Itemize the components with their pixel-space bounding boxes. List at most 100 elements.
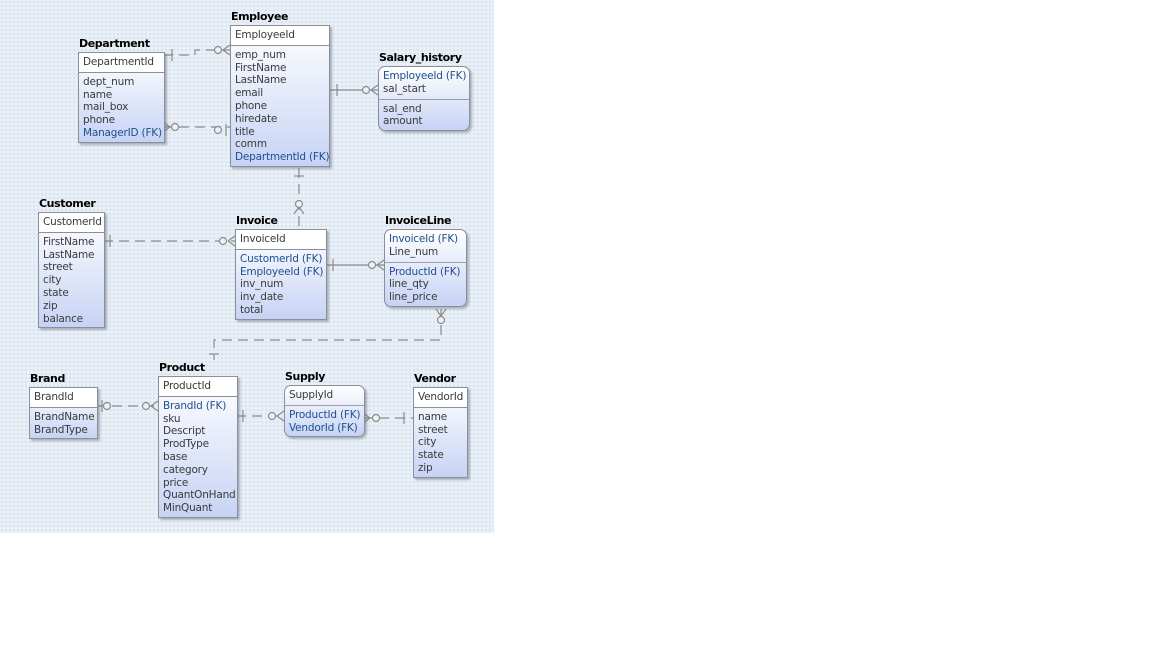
attribute-column[interactable]: zip: [43, 300, 100, 313]
key-column[interactable]: BrandId: [34, 391, 93, 404]
entity-department[interactable]: DepartmentId dept_num name mail_box phone Man…: [78, 52, 165, 143]
attribute-column[interactable]: DepartmentId (FK): [235, 151, 330, 164]
key-column[interactable]: VendorId: [418, 391, 463, 404]
attribute-column[interactable]: name: [83, 89, 160, 102]
many-marker-icon: [276, 410, 285, 422]
entity-title-customer: Customer: [39, 197, 96, 210]
entity-title-brand: Brand: [30, 372, 65, 385]
attribute-column[interactable]: BrandType: [34, 424, 93, 437]
entity-salary_history[interactable]: EmployeeId (FK) sal_start sal_end amount: [378, 66, 470, 132]
attribute-column[interactable]: sal_end: [383, 103, 465, 116]
attribute-section: FirstName LastName street city state zip balan…: [39, 233, 104, 328]
attribute-column[interactable]: street: [43, 261, 100, 274]
attribute-column[interactable]: QuantOnHand: [163, 489, 236, 502]
attribute-column[interactable]: street: [418, 424, 463, 437]
attribute-column[interactable]: total: [240, 304, 322, 317]
attribute-column[interactable]: sku: [163, 413, 233, 426]
key-column[interactable]: EmployeeId (FK): [383, 70, 466, 83]
attribute-section: sal_end amount: [379, 100, 469, 131]
optional-marker-icon: [213, 45, 223, 55]
key-column[interactable]: DepartmentId: [83, 56, 160, 69]
entity-product[interactable]: ProductId BrandId (FK) sku Descript ProdType…: [158, 376, 238, 518]
attribute-column[interactable]: inv_num: [240, 278, 322, 291]
attribute-section: dept_num name mail_box phone ManagerID (FK): [79, 73, 164, 142]
attribute-column[interactable]: EmployeeId (FK): [240, 266, 323, 279]
entity-title-salary_history: Salary_history: [379, 51, 462, 64]
key-column[interactable]: CustomerId: [43, 216, 102, 229]
attribute-column[interactable]: inv_date: [240, 291, 322, 304]
primary-key-section: InvoiceId (FK) Line_num: [385, 230, 466, 263]
optional-marker-icon: [367, 260, 377, 270]
attribute-column[interactable]: FirstName: [43, 236, 100, 249]
primary-key-section: EmployeeId: [231, 26, 329, 46]
entity-title-product: Product: [159, 361, 205, 374]
key-column[interactable]: Line_num: [389, 246, 462, 259]
attribute-column[interactable]: ProductId (FK): [289, 409, 360, 422]
optional-marker-icon: [170, 122, 180, 132]
attribute-column[interactable]: price: [163, 477, 233, 490]
entity-employee[interactable]: EmployeeId emp_num FirstName LastName email p…: [230, 25, 330, 167]
primary-key-section: BrandId: [30, 388, 97, 408]
attribute-column[interactable]: BrandId (FK): [163, 400, 233, 413]
attribute-column[interactable]: dept_num: [83, 76, 160, 89]
key-column[interactable]: ProductId: [163, 380, 233, 393]
attribute-column[interactable]: amount: [383, 115, 465, 128]
key-column[interactable]: InvoiceId (FK): [389, 233, 462, 246]
attribute-section: name street city state zip: [414, 408, 467, 477]
attribute-column[interactable]: CustomerId (FK): [240, 253, 322, 266]
optional-marker-icon: [436, 315, 446, 325]
primary-key-section: InvoiceId: [236, 230, 326, 250]
attribute-column[interactable]: balance: [43, 313, 100, 326]
attribute-column[interactable]: line_price: [389, 291, 462, 304]
key-column[interactable]: sal_start: [383, 83, 465, 96]
attribute-column[interactable]: hiredate: [235, 113, 325, 126]
entity-title-employee: Employee: [231, 10, 289, 23]
attribute-column[interactable]: BrandName: [34, 411, 95, 424]
entity-invoiceline[interactable]: InvoiceId (FK) Line_num ProductId (FK) line…: [384, 229, 467, 307]
attribute-column[interactable]: ProductId (FK): [389, 266, 462, 279]
attribute-column[interactable]: Descript: [163, 425, 233, 438]
attribute-column[interactable]: zip: [418, 462, 463, 475]
attribute-column[interactable]: title: [235, 126, 325, 139]
primary-key-section: SupplyId: [285, 386, 364, 406]
attribute-column[interactable]: phone: [235, 100, 325, 113]
attribute-column[interactable]: city: [418, 436, 463, 449]
optional-marker-icon: [141, 401, 151, 411]
primary-key-section: DepartmentId: [79, 53, 164, 73]
entity-supply[interactable]: SupplyId ProductId (FK) VendorId (FK): [284, 385, 365, 438]
attribute-column[interactable]: base: [163, 451, 233, 464]
attribute-column[interactable]: LastName: [43, 249, 100, 262]
attribute-column[interactable]: state: [43, 287, 100, 300]
optional-marker-icon: [267, 411, 277, 421]
primary-key-section: CustomerId: [39, 213, 104, 233]
attribute-column[interactable]: category: [163, 464, 233, 477]
key-column[interactable]: InvoiceId: [240, 233, 322, 246]
key-column[interactable]: SupplyId: [289, 389, 360, 402]
attribute-column[interactable]: line_qty: [389, 278, 462, 291]
attribute-column[interactable]: LastName: [235, 74, 325, 87]
attribute-column[interactable]: mail_box: [83, 101, 160, 114]
optional-marker-icon: [102, 401, 112, 411]
attribute-column[interactable]: emp_num: [235, 49, 325, 62]
attribute-column[interactable]: comm: [235, 138, 325, 151]
attribute-column[interactable]: name: [418, 411, 463, 424]
attribute-column[interactable]: ManagerID (FK): [83, 127, 162, 140]
attribute-column[interactable]: state: [418, 449, 463, 462]
primary-key-section: VendorId: [414, 388, 467, 408]
entity-vendor[interactable]: VendorId name street city state zip: [413, 387, 468, 478]
optional-marker-icon: [218, 236, 228, 246]
attribute-column[interactable]: phone: [83, 114, 160, 127]
optional-marker-icon: [371, 413, 381, 423]
entity-invoice[interactable]: InvoiceId CustomerId (FK) EmployeeId (FK) i…: [235, 229, 327, 320]
entity-brand[interactable]: BrandId BrandName BrandType: [29, 387, 98, 440]
attribute-column[interactable]: ProdType: [163, 438, 233, 451]
attribute-column[interactable]: city: [43, 274, 100, 287]
entity-customer[interactable]: CustomerId FirstName LastName street city sta…: [38, 212, 105, 329]
attribute-column[interactable]: FirstName: [235, 62, 325, 75]
key-column[interactable]: EmployeeId: [235, 29, 325, 42]
attribute-column[interactable]: VendorId (FK): [289, 422, 360, 435]
primary-key-section: EmployeeId (FK) sal_start: [379, 67, 469, 100]
attribute-column[interactable]: MinQuant: [163, 502, 233, 515]
attribute-section: BrandId (FK) sku Descript ProdType base categ…: [159, 397, 237, 517]
attribute-column[interactable]: email: [235, 87, 325, 100]
